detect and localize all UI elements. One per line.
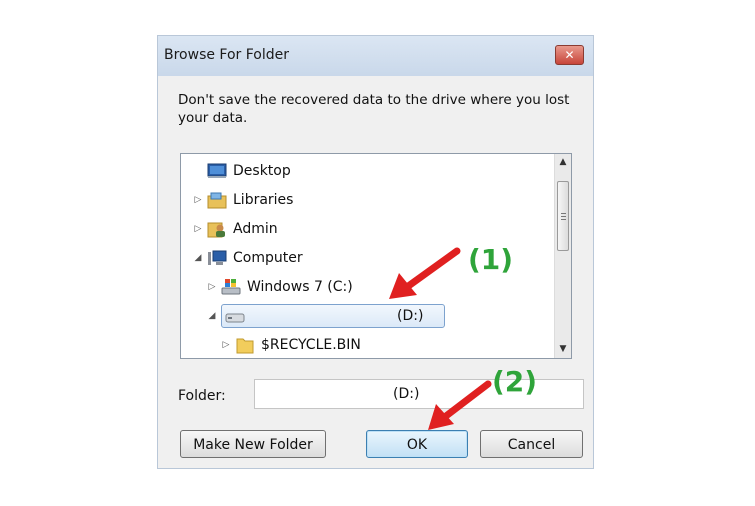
tree-expander: ▷: [194, 195, 202, 205]
libraries-icon: [207, 191, 227, 209]
close-button[interactable]: ✕: [555, 45, 584, 65]
folder-label: Folder:: [178, 388, 226, 404]
tree-item-desktop[interactable]: Desktop: [193, 159, 291, 183]
tree-expander: ▷: [208, 282, 216, 292]
red-arrow-2-icon: [428, 380, 492, 430]
tree-item-admin[interactable]: ▷ Admin: [193, 217, 278, 241]
scroll-up-arrow-icon[interactable]: ▲: [555, 154, 571, 171]
scroll-down-arrow-icon[interactable]: ▼: [555, 341, 571, 358]
tree-expander: ◢: [194, 253, 202, 263]
tree-item-label: Windows 7 (C:): [247, 279, 353, 295]
computer-icon: [207, 249, 227, 267]
tree-expander: ◢: [208, 311, 216, 321]
instruction-text: Don't save the recovered data to the dri…: [178, 92, 570, 126]
tree-item-label: Admin: [233, 221, 278, 237]
selected-highlight: (D:): [221, 304, 445, 328]
browse-for-folder-dialog: Browse For Folder ✕ Don't save the recov…: [157, 35, 594, 469]
close-icon: ✕: [564, 48, 575, 62]
drive-icon: [225, 307, 245, 325]
make-new-folder-button[interactable]: Make New Folder: [180, 430, 326, 458]
step-1-annotation: (1): [468, 243, 514, 276]
tree-item-d-drive[interactable]: ◢ (D:): [207, 304, 447, 328]
tree-item-label: Libraries: [233, 192, 294, 208]
title-bar: Browse For Folder ✕: [158, 36, 593, 76]
folder-tree[interactable]: Desktop ▷ Libraries ▷ Admin ◢ Computer ▷…: [180, 153, 572, 359]
tree-item-windows-c-drive[interactable]: ▷ Windows 7 (C:): [207, 275, 353, 299]
tree-item-libraries[interactable]: ▷ Libraries: [193, 188, 293, 212]
user-folder-icon: [207, 220, 227, 238]
tree-item-computer[interactable]: ◢ Computer: [193, 246, 303, 270]
tree-item-label: $RECYCLE.BIN: [261, 337, 361, 353]
scroll-thumb[interactable]: [557, 181, 569, 251]
red-arrow-1-icon: [389, 247, 461, 299]
dialog-title: Browse For Folder: [164, 47, 290, 63]
grip-line: [561, 219, 566, 220]
tree-item-recycle-bin[interactable]: ▷ $RECYCLE.BIN: [221, 333, 361, 357]
folder-icon: [235, 336, 255, 354]
tree-expander: ▷: [222, 340, 230, 350]
desktop-icon: [207, 162, 227, 180]
tree-item-label: Desktop: [233, 163, 291, 179]
tree-item-label: (D:): [397, 308, 424, 324]
tree-scrollbar[interactable]: ▲ ▼: [554, 154, 571, 358]
tree-expander: ▷: [194, 224, 202, 234]
grip-line: [561, 213, 566, 214]
grip-line: [561, 216, 566, 217]
tree-item-label: Computer: [233, 250, 303, 266]
windows-drive-icon: [221, 278, 241, 296]
